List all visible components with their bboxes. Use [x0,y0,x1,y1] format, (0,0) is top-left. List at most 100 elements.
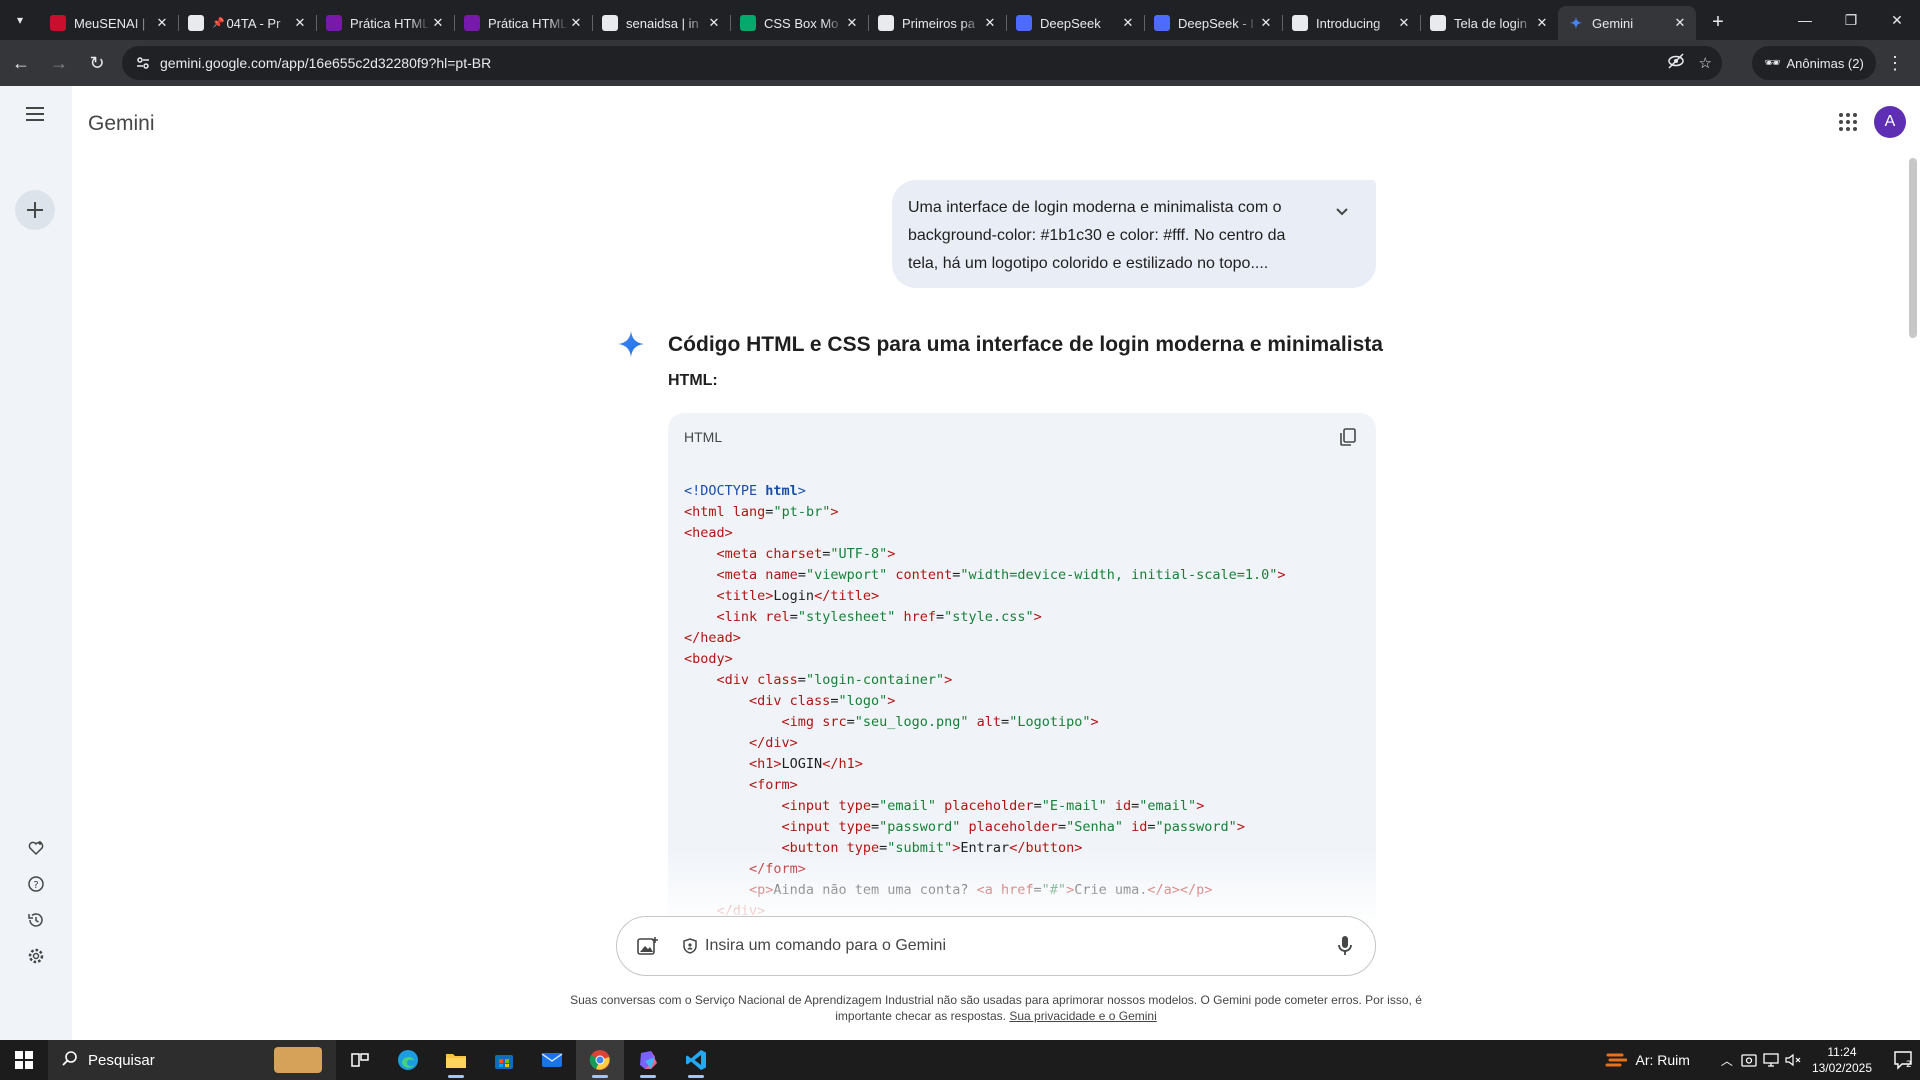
gem-manager-icon[interactable] [21,833,51,863]
forward-icon[interactable]: → [42,46,76,80]
browser-tab[interactable]: Prática HTML ✕ [316,6,454,40]
file-explorer-icon[interactable] [432,1040,480,1080]
main-menu-icon[interactable] [15,94,55,134]
account-avatar[interactable]: A [1874,106,1906,138]
browser-tab[interactable]: ✦ Gemini ✕ [1558,6,1696,40]
page-scrollbar[interactable] [1906,156,1920,1040]
windows-start-icon[interactable] [0,1040,48,1080]
chrome-taskbar-icon[interactable] [576,1040,624,1080]
browser-menu-icon[interactable]: ⋮ [1878,46,1912,80]
tab-title: 04TA - Pr [226,15,281,31]
app-brand-title[interactable]: Gemini [88,112,155,136]
browser-tab[interactable]: Introducing ✕ [1282,6,1420,40]
code-token: <body> [684,651,733,667]
restore-icon[interactable]: ❐ [1828,0,1874,40]
address-bar[interactable]: gemini.google.com/app/16e655c2d32280f9?h… [122,46,1722,80]
url-text[interactable]: gemini.google.com/app/16e655c2d32280f9?h… [160,55,491,71]
tab-close-icon[interactable]: ✕ [1534,15,1550,31]
code-token: id [1114,798,1132,814]
google-apps-icon[interactable] [1836,110,1860,134]
code-token: "password" [879,819,961,835]
eye-off-icon[interactable] [1667,52,1685,74]
notification-center-icon[interactable]: 2 [1886,1040,1920,1080]
microsoft-store-icon[interactable] [480,1040,528,1080]
browser-tab[interactable]: Tela de login ✕ [1420,6,1558,40]
prompt-input[interactable] [705,937,1305,955]
tab-close-icon[interactable]: ✕ [1120,15,1136,31]
browser-tab[interactable]: DeepSeek - I ✕ [1144,6,1282,40]
code-token: content [895,567,953,583]
expand-chevron-icon[interactable] [1330,200,1354,224]
tab-title: DeepSeek - I [1178,15,1254,31]
code-line: <html lang="pt-br"> [684,502,1360,523]
activity-history-icon[interactable] [21,905,51,935]
deepseek-icon [1016,15,1032,31]
code-token: "seu_logo.png" [854,714,969,730]
browser-tab[interactable]: Primeiros pa ✕ [868,6,1006,40]
privacy-link[interactable]: Sua privacidade e o Gemini [1009,1009,1156,1023]
site-info-icon[interactable] [128,55,158,71]
code-token: "width=device-width, initial-scale=1.0" [960,567,1278,583]
tab-close-icon[interactable]: ✕ [1396,15,1412,31]
code-line: <div class="login-container"> [684,670,1360,691]
new-tab-button[interactable]: + [1702,6,1734,38]
scrollbar-thumb[interactable] [1909,158,1917,338]
microsoft-365-icon[interactable] [624,1040,672,1080]
tab-list: MeuSENAI | ✕ 📌 04TA - Pr ✕ Prática HTML ✕ Práti… [40,0,1696,40]
tab-close-icon[interactable]: ✕ [1258,15,1274,31]
show-hidden-icons-chevron-icon[interactable]: ︿ [1716,1040,1738,1080]
back-icon[interactable]: ← [4,46,38,80]
tab-close-icon[interactable]: ✕ [844,15,860,31]
task-view-icon[interactable] [336,1040,384,1080]
microphone-icon[interactable] [1333,934,1357,958]
reload-icon[interactable]: ↻ [80,46,114,80]
tab-search-icon[interactable]: ▾ [0,0,40,40]
incognito-profile-button[interactable]: 🕶 Anônimas (2) [1752,46,1876,80]
code-block: HTML <!DOCTYPE html> <html lang="pt-br"> <… [668,413,1376,920]
browser-tab[interactable]: 📌 04TA - Pr ✕ [178,6,316,40]
browser-tab[interactable]: senaidsa | in ✕ [592,6,730,40]
copy-code-icon[interactable] [1336,425,1360,449]
code-token: "stylesheet" [797,609,896,625]
tab-close-icon[interactable]: ✕ [292,15,308,31]
mail-icon[interactable] [528,1040,576,1080]
close-window-icon[interactable]: ✕ [1874,0,1920,40]
edge-browser-icon[interactable] [384,1040,432,1080]
help-icon[interactable]: ? [21,869,51,899]
tab-close-icon[interactable]: ✕ [154,15,170,31]
taskbar-search-box[interactable]: Pesquisar [48,1040,336,1080]
tab-close-icon[interactable]: ✕ [430,15,446,31]
settings-gear-icon[interactable] [21,941,51,971]
tab-close-icon[interactable]: ✕ [706,15,722,31]
add-image-icon[interactable] [635,933,661,959]
browser-tab[interactable]: DeepSeek ✕ [1006,6,1144,40]
tab-close-icon[interactable]: ✕ [982,15,998,31]
code-token: class [789,693,831,709]
weather-widget[interactable]: Ar: Ruim [1605,1049,1690,1071]
new-chat-button[interactable] [15,190,55,230]
browser-tab[interactable]: CSS Box Mo ✕ [730,6,868,40]
tab-close-icon[interactable]: ✕ [1672,15,1688,31]
tab-title: Tela de login [1454,15,1527,31]
code-token: > [830,504,839,520]
camera-status-icon[interactable] [1738,1040,1760,1080]
tab-title: Prática HTML [488,15,568,31]
code-token: "Senha" [1066,819,1123,835]
minimize-icon[interactable]: — [1782,0,1828,40]
code-token: "login-container" [805,672,945,688]
browser-tab[interactable]: Prática HTML ✕ [454,6,592,40]
network-icon[interactable] [1760,1040,1782,1080]
deepseek-icon [1154,15,1170,31]
browser-tab[interactable]: MeuSENAI | ✕ [40,6,178,40]
incognito-icon: 🕶 [1764,55,1781,70]
vscode-icon[interactable] [672,1040,720,1080]
tab-close-icon[interactable]: ✕ [568,15,584,31]
bookmark-star-icon[interactable]: ☆ [1699,54,1712,72]
taskbar-clock[interactable]: 11:24 13/02/2025 [1812,1044,1872,1076]
code-token: <form> [749,777,798,793]
tab-title: senaidsa | in [626,15,699,31]
speaker-muted-icon[interactable] [1782,1040,1804,1080]
